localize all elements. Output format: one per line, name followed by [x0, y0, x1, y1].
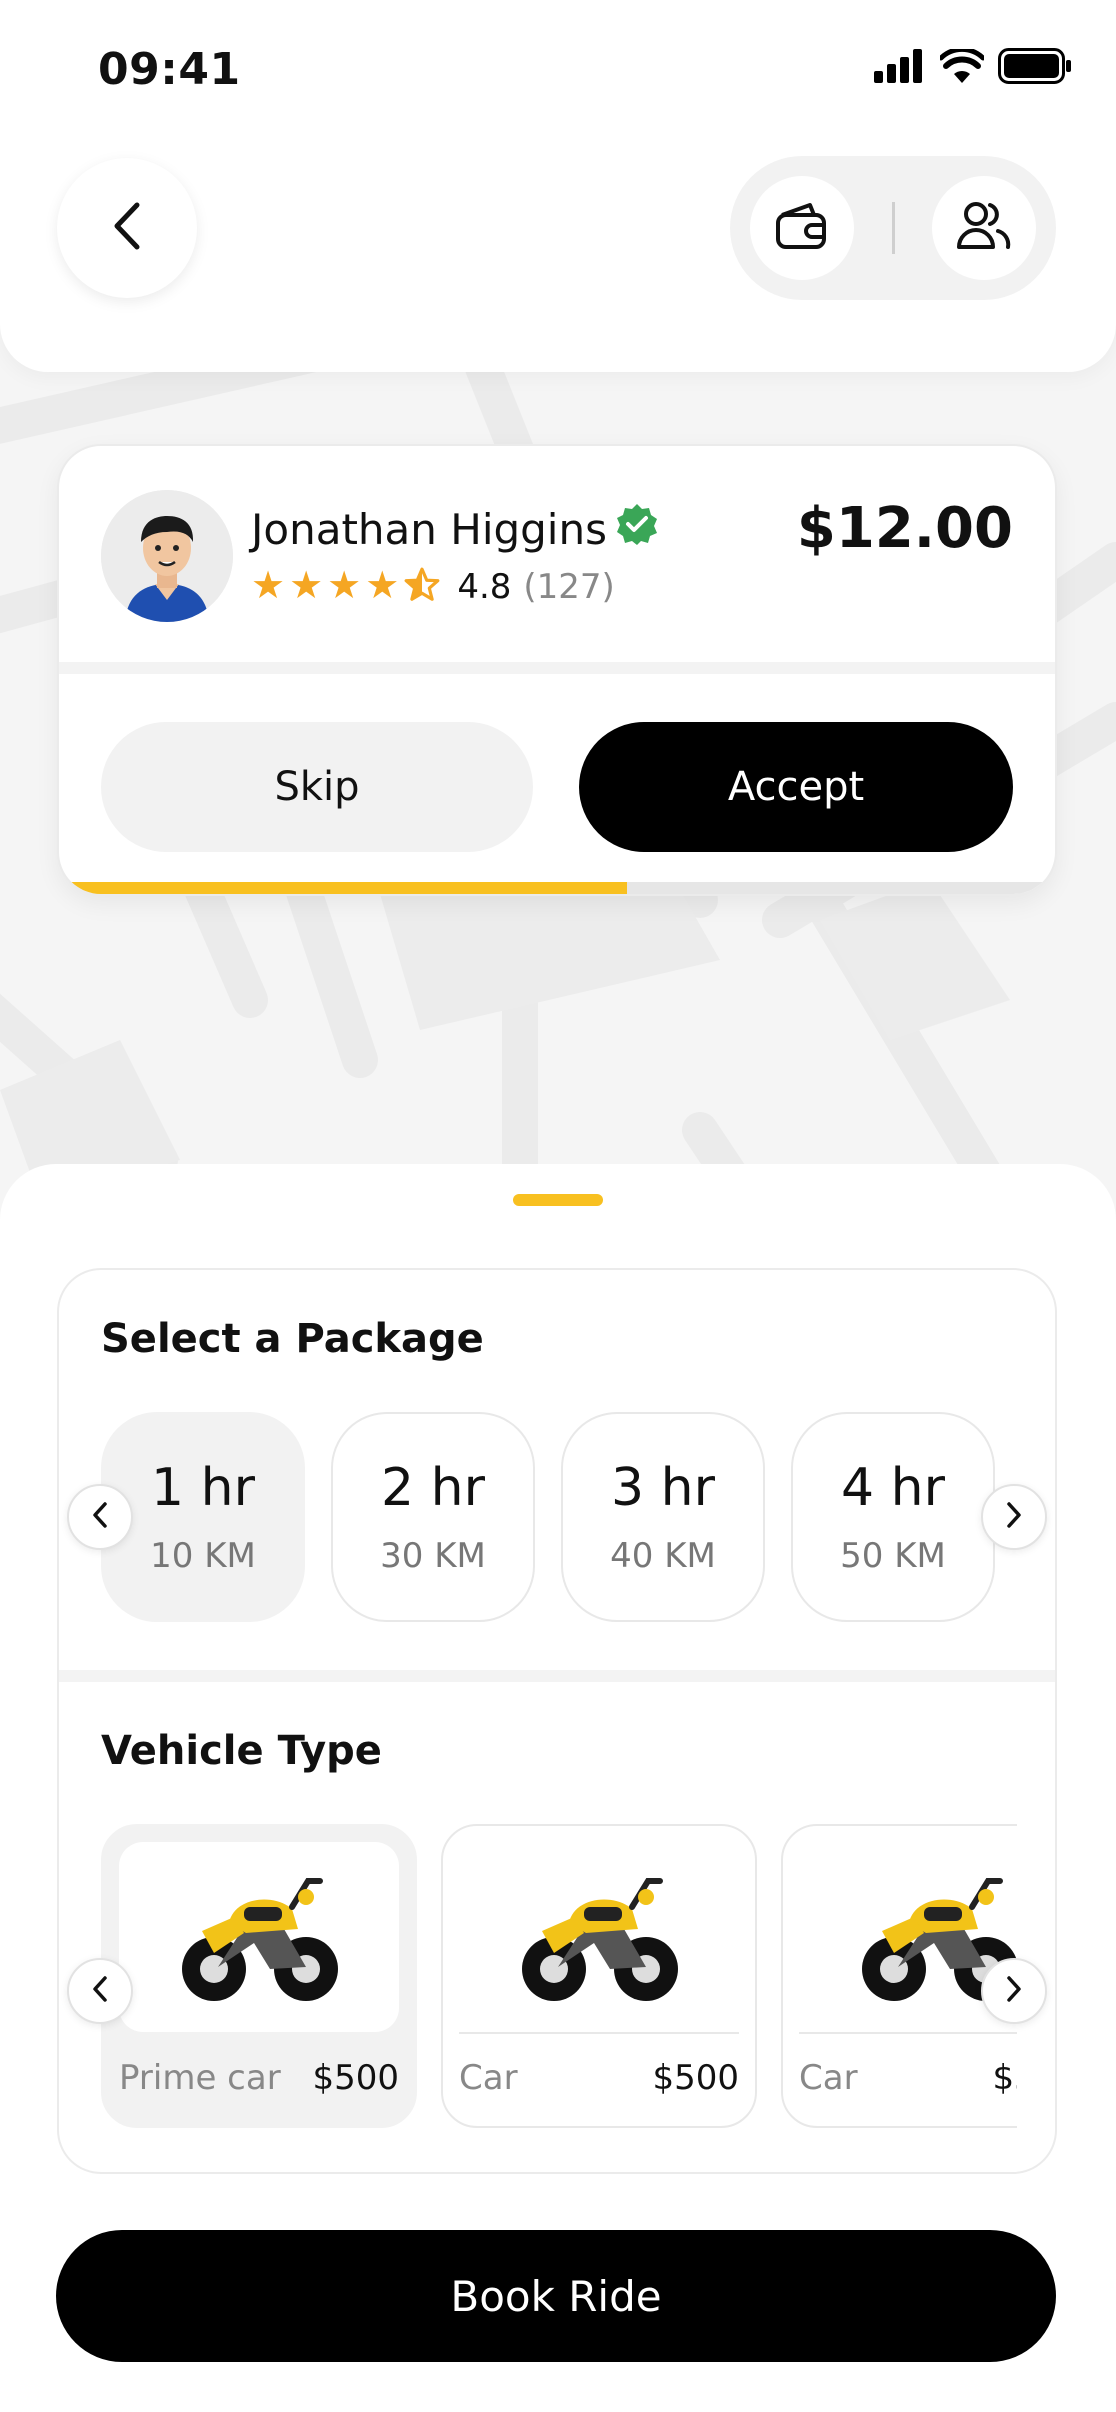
vehicle-name: Car — [799, 2058, 858, 2098]
driver-name: Jonathan Higgins — [251, 504, 607, 554]
package-option[interactable]: 4 hr 50 KM — [791, 1412, 995, 1622]
rating-value: 4.8 — [457, 567, 512, 607]
chevron-left-icon — [109, 201, 145, 255]
star-icon: ★ — [289, 563, 324, 607]
package-option[interactable]: 2 hr 30 KM — [331, 1412, 535, 1622]
driver-request-card: Jonathan Higgins ★ ★ ★ ★ 4.8 (127) $12.0… — [57, 444, 1057, 896]
sheet-handle[interactable] — [513, 1194, 603, 1206]
header-panel: 09:41 — [0, 0, 1116, 372]
back-button[interactable] — [57, 158, 197, 298]
avatar — [101, 490, 233, 622]
skip-button[interactable]: Skip — [101, 722, 533, 852]
chevron-left-icon — [90, 1501, 110, 1533]
star-rating: ★ ★ ★ ★ — [251, 566, 441, 608]
vehicle-carousel[interactable]: Prime car $500 Car $500 Car $500 — [101, 1824, 1017, 2130]
vehicle-option[interactable]: Car $500 — [781, 1824, 1017, 2128]
half-star-icon — [403, 566, 441, 608]
divider — [59, 662, 1055, 674]
package-title: Select a Package — [101, 1316, 484, 1362]
vehicle-name: Prime car — [119, 2058, 281, 2098]
divider — [891, 202, 895, 254]
package-distance: 10 KM — [150, 1536, 256, 1576]
status-icons — [874, 46, 1072, 88]
signal-icon — [874, 49, 926, 87]
vehicle-option[interactable]: Prime car $500 — [101, 1824, 417, 2128]
package-prev-button[interactable] — [67, 1484, 133, 1550]
package-option[interactable]: 3 hr 40 KM — [561, 1412, 765, 1622]
package-hours: 4 hr — [841, 1458, 945, 1518]
vehicle-name: Car — [459, 2058, 518, 2098]
booking-sheet: Select a Package 1 hr 10 KM 2 hr 30 KM 3… — [0, 1164, 1116, 2412]
book-ride-button[interactable]: Book Ride — [56, 2230, 1056, 2362]
users-icon — [956, 199, 1012, 257]
header-actions — [730, 156, 1056, 300]
divider — [799, 2032, 1017, 2034]
rating-count: (127) — [523, 567, 615, 607]
wallet-icon — [774, 201, 830, 255]
divider — [459, 2032, 739, 2034]
status-time: 09:41 — [98, 44, 241, 95]
motorcycle-image — [119, 1842, 399, 2032]
request-timer-bar — [59, 882, 1055, 894]
vehicle-option[interactable]: Car $500 — [441, 1824, 757, 2128]
verified-badge-icon — [615, 502, 659, 556]
users-button[interactable] — [932, 176, 1036, 280]
vehicle-title: Vehicle Type — [101, 1728, 382, 1774]
accept-button[interactable]: Accept — [579, 722, 1013, 852]
wifi-icon — [938, 46, 986, 87]
star-icon: ★ — [365, 563, 400, 607]
request-timer-fill — [59, 882, 627, 894]
vehicle-next-button[interactable] — [981, 1958, 1047, 2024]
package-next-button[interactable] — [981, 1484, 1047, 1550]
rating-row: ★ ★ ★ ★ 4.8 (127) — [251, 566, 615, 608]
package-distance: 30 KM — [380, 1536, 486, 1576]
star-icon: ★ — [327, 563, 362, 607]
star-icon: ★ — [251, 563, 286, 607]
package-hours: 1 hr — [151, 1458, 255, 1518]
vehicle-price: $500 — [312, 2058, 399, 2098]
vehicle-price: $500 — [652, 2058, 739, 2098]
chevron-right-icon — [1004, 1975, 1024, 2007]
ride-price: $12.00 — [796, 496, 1013, 561]
driver-name-row: Jonathan Higgins — [251, 502, 659, 556]
package-distance: 40 KM — [610, 1536, 716, 1576]
divider — [59, 1670, 1055, 1682]
package-distance: 50 KM — [840, 1536, 946, 1576]
wallet-button[interactable] — [750, 176, 854, 280]
package-hours: 3 hr — [611, 1458, 715, 1518]
motorcycle-image — [459, 1842, 739, 2032]
package-hours: 2 hr — [381, 1458, 485, 1518]
battery-icon — [998, 48, 1072, 88]
chevron-left-icon — [90, 1975, 110, 2007]
vehicle-prev-button[interactable] — [67, 1958, 133, 2024]
vehicle-price: $500 — [992, 2058, 1017, 2098]
selection-card: Select a Package 1 hr 10 KM 2 hr 30 KM 3… — [57, 1268, 1057, 2174]
chevron-right-icon — [1004, 1501, 1024, 1533]
